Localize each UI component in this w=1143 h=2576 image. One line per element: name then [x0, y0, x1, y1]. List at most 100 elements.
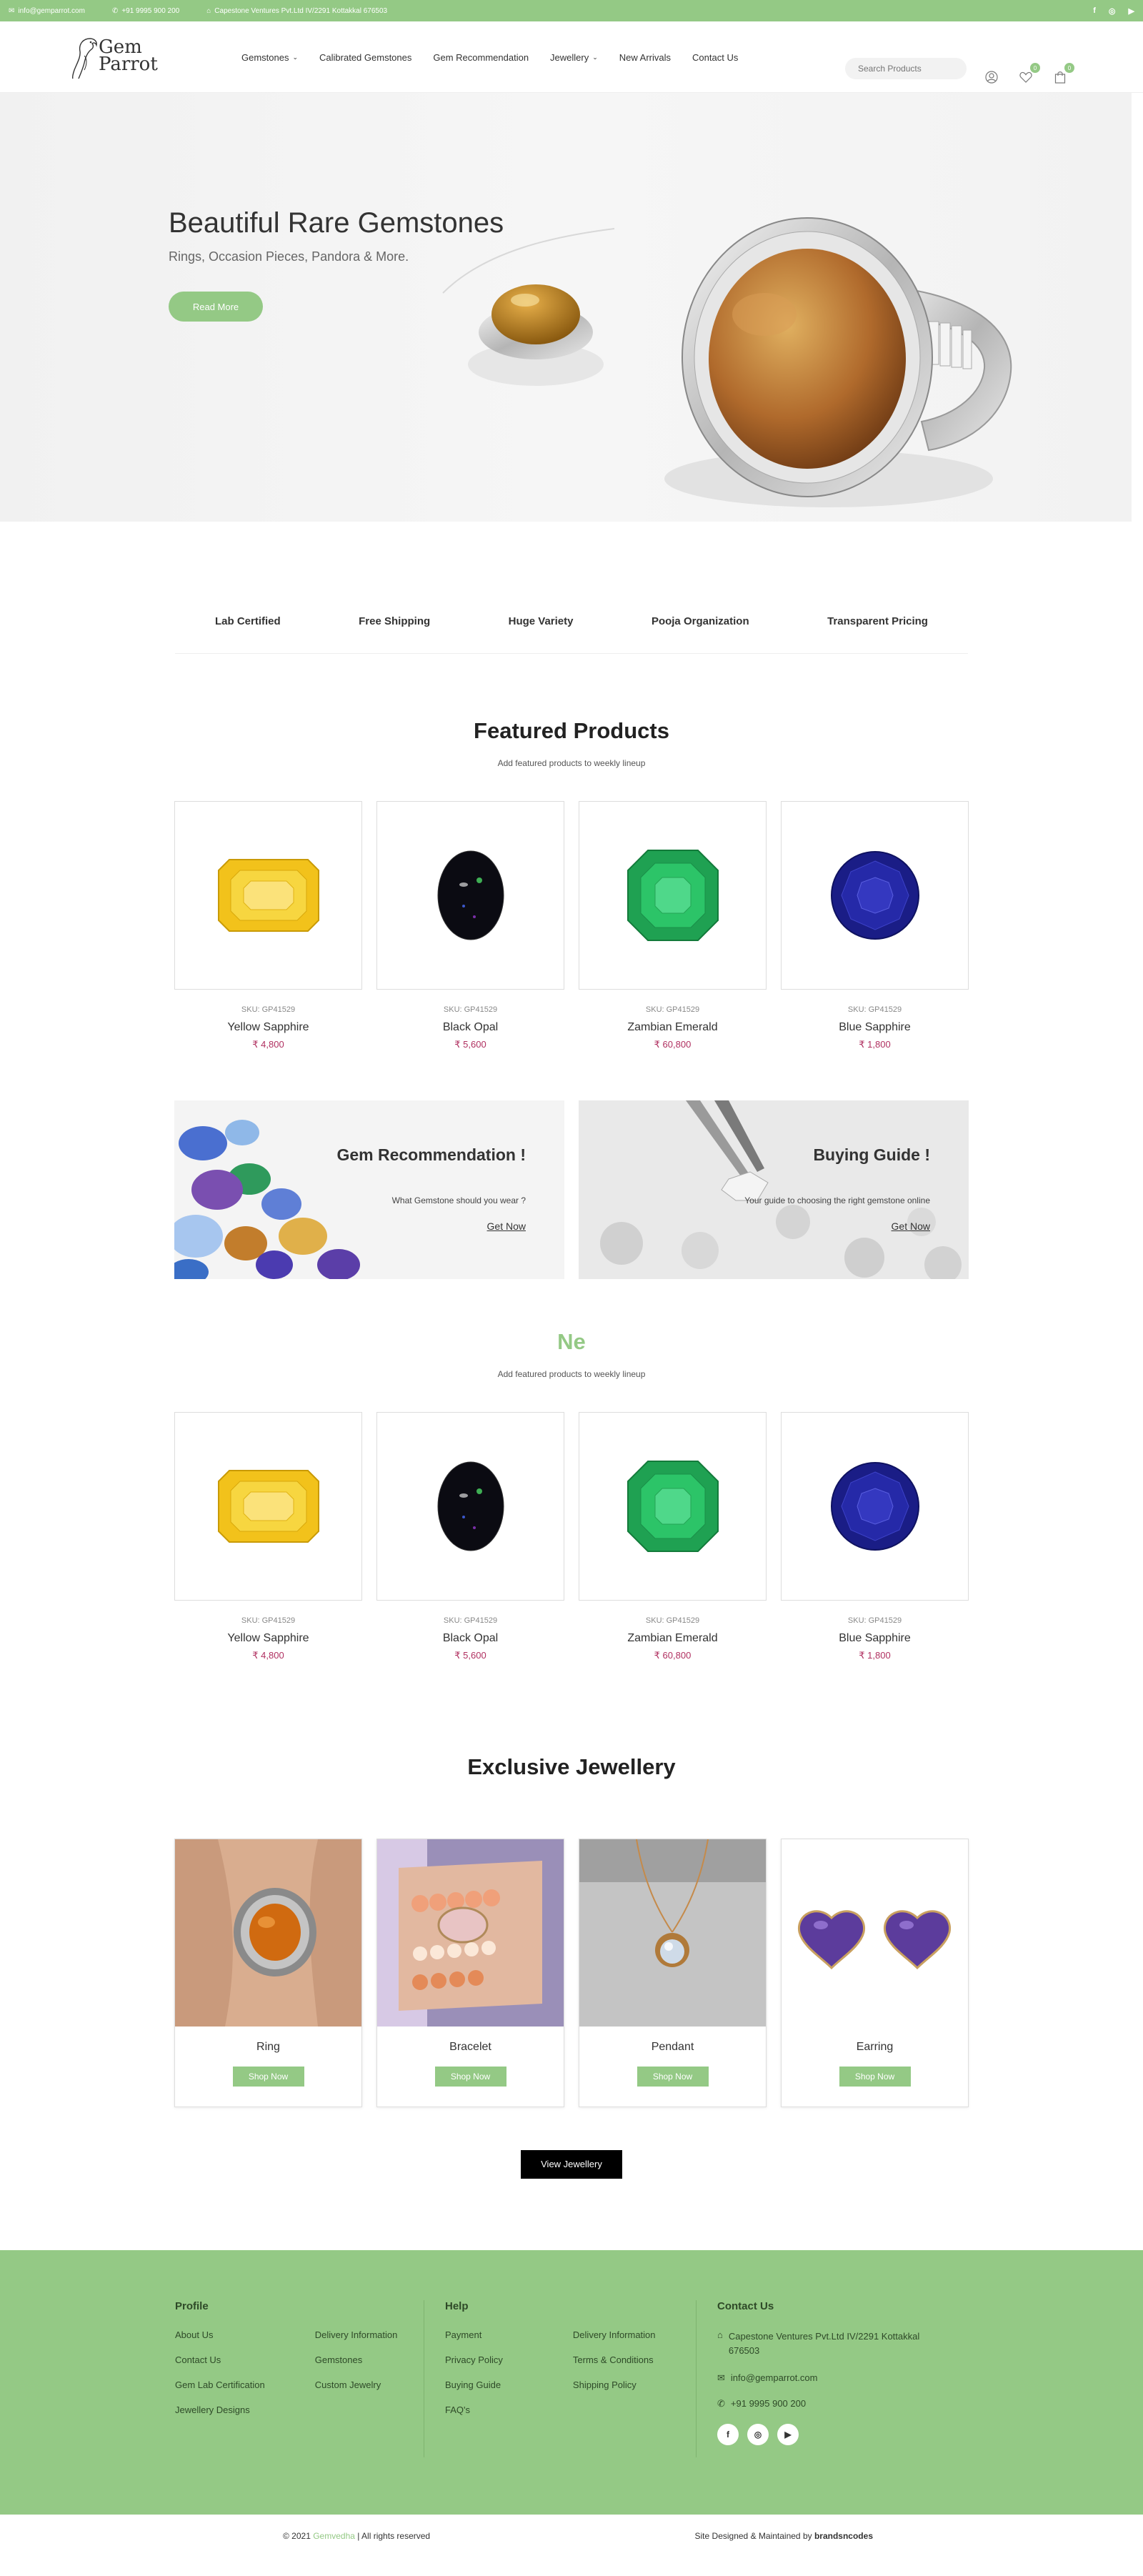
product-image[interactable]	[781, 801, 969, 990]
get-now-link[interactable]: Get Now	[487, 1220, 526, 1232]
gem-recommendation-banner[interactable]: Gem Recommendation ! What Gemstone shoul…	[174, 1100, 564, 1279]
nav-jewellery[interactable]: Jewellery ⌄	[550, 52, 598, 63]
product-sku: SKU: GP41529	[443, 1616, 498, 1625]
product-name[interactable]: Black Opal	[376, 1021, 564, 1034]
mail-icon: ✉	[717, 2372, 725, 2383]
product-card[interactable]: SKU: GP41529 Black Opal ₹ 5,600	[376, 801, 564, 1050]
jewellery-card[interactable]: Ring Shop Now	[174, 1839, 362, 2107]
product-name[interactable]: Yellow Sapphire	[174, 1632, 362, 1645]
product-card[interactable]: SKU: GP41529 Yellow Sapphire ₹ 4,800	[174, 1412, 362, 1661]
nav-new-arrivals-label: New Arrivals	[619, 51, 672, 63]
site-footer: Profile About Us Contact Us Gem Lab Cert…	[0, 2250, 1143, 2515]
account-button[interactable]	[984, 70, 999, 84]
nav-gemstones[interactable]: Gemstones ⌄	[241, 52, 298, 63]
bracelet-image[interactable]	[377, 1839, 564, 2027]
blue-sapphire-image	[830, 1462, 919, 1551]
shop-now-button[interactable]: Shop Now	[232, 2067, 304, 2087]
product-name[interactable]: Yellow Sapphire	[174, 1021, 362, 1034]
wishlist-count-badge: 0	[1030, 63, 1040, 73]
product-card[interactable]: SKU: GP41529 Yellow Sapphire ₹ 4,800	[174, 801, 362, 1050]
product-card[interactable]: SKU: GP41529 Blue Sapphire ₹ 1,800	[781, 801, 969, 1050]
search-input[interactable]	[858, 64, 969, 74]
instagram-icon[interactable]: ◎	[1109, 6, 1116, 16]
product-name[interactable]: Blue Sapphire	[781, 1632, 969, 1645]
product-name[interactable]: Zambian Emerald	[579, 1021, 767, 1034]
credit-prefix: Site Designed & Maintained by	[694, 2531, 812, 2541]
get-now-link[interactable]: Get Now	[892, 1220, 930, 1232]
ring-image[interactable]	[175, 1839, 361, 2027]
product-card[interactable]: SKU: GP41529 Zambian Emerald ₹ 60,800	[579, 1412, 767, 1661]
earring-image[interactable]	[782, 1839, 968, 2027]
footer-link-faq[interactable]: FAQ's	[445, 2405, 503, 2415]
product-image[interactable]	[579, 1412, 767, 1601]
facebook-icon[interactable]: f	[717, 2424, 739, 2445]
product-card[interactable]: SKU: GP41529 Blue Sapphire ₹ 1,800	[781, 1412, 969, 1661]
footer-profile-heading: Profile	[175, 2300, 209, 2312]
footer-link-contact[interactable]: Contact Us	[175, 2354, 265, 2365]
footer-phone[interactable]: ✆ +91 9995 900 200	[717, 2398, 953, 2410]
youtube-icon[interactable]: ▶	[1129, 6, 1134, 16]
product-image[interactable]	[376, 1412, 564, 1601]
product-card[interactable]: SKU: GP41529 Black Opal ₹ 5,600	[376, 1412, 564, 1661]
jewellery-card[interactable]: Earring Shop Now	[781, 1839, 969, 2107]
shop-now-button[interactable]: Shop Now	[637, 2067, 709, 2087]
footer-link-delivery-info[interactable]: Delivery Information	[573, 2329, 656, 2340]
nav-calibrated-gemstones[interactable]: Calibrated Gemstones	[319, 52, 411, 63]
topbar-phone[interactable]: ✆ +91 9995 900 200	[112, 7, 179, 15]
wishlist-button[interactable]: 0	[1019, 63, 1040, 84]
shop-now-button[interactable]: Shop Now	[434, 2067, 506, 2087]
product-sku: SKU: GP41529	[241, 1616, 296, 1625]
pendant-photo	[579, 1839, 766, 2027]
buying-guide-banner[interactable]: Buying Guide ! Your guide to choosing th…	[579, 1100, 969, 1279]
jewellery-card[interactable]: Pendant Shop Now	[579, 1839, 767, 2107]
product-name[interactable]: Black Opal	[376, 1632, 564, 1645]
blue-sapphire-image	[830, 851, 919, 940]
ring-photo	[175, 1839, 361, 2027]
jewellery-card[interactable]: Bracelet Shop Now	[376, 1839, 564, 2107]
footer-link-privacy[interactable]: Privacy Policy	[445, 2354, 503, 2365]
footer-link-delivery[interactable]: Delivery Information	[315, 2329, 398, 2340]
nav-new-arrivals[interactable]: New Arrivals	[619, 52, 671, 63]
view-jewellery-button[interactable]: View Jewellery	[521, 2150, 622, 2179]
instagram-icon[interactable]: ◎	[747, 2424, 769, 2445]
footer-link-about[interactable]: About Us	[175, 2329, 265, 2340]
site-logo[interactable]: Gem Parrot	[70, 34, 159, 80]
footer-link-gem-lab[interactable]: Gem Lab Certification	[175, 2379, 265, 2390]
product-image[interactable]	[174, 801, 362, 990]
footer-link-payment[interactable]: Payment	[445, 2329, 503, 2340]
footer-link-gemstones[interactable]: Gemstones	[315, 2354, 398, 2365]
product-card[interactable]: SKU: GP41529 Zambian Emerald ₹ 60,800	[579, 801, 767, 1050]
footer-link-terms[interactable]: Terms & Conditions	[573, 2354, 656, 2365]
facebook-icon[interactable]: f	[1093, 6, 1096, 16]
promo-banners: Gem Recommendation ! What Gemstone shoul…	[174, 1100, 969, 1279]
read-more-button[interactable]: Read More	[169, 292, 263, 322]
cart-button[interactable]: 0	[1053, 63, 1074, 84]
copyright-prefix: © 2021	[283, 2531, 311, 2541]
feature-huge-variety: Huge Variety	[508, 615, 574, 627]
nav-contact-us[interactable]: Contact Us	[692, 52, 738, 63]
promo-text: Your guide to choosing the right gemston…	[744, 1195, 930, 1205]
shop-now-button[interactable]: Shop Now	[839, 2067, 911, 2087]
product-image[interactable]	[174, 1412, 362, 1601]
product-image[interactable]	[579, 801, 767, 990]
nav-gem-recommendation[interactable]: Gem Recommendation	[433, 52, 529, 63]
footer-contact-column: Contact Us ⌂ Capestone Ventures Pvt.Ltd …	[717, 2300, 953, 2445]
topbar-email[interactable]: ✉ info@gemparrot.com	[9, 7, 85, 15]
product-name[interactable]: Blue Sapphire	[781, 1021, 969, 1034]
top-bar: ✉ info@gemparrot.com ✆ +91 9995 900 200 …	[0, 0, 1143, 21]
footer-link-custom-jewelry[interactable]: Custom Jewelry	[315, 2379, 398, 2390]
product-price: ₹ 4,800	[252, 1039, 284, 1050]
footer-link-shipping[interactable]: Shipping Policy	[573, 2379, 656, 2390]
features-bar: Lab Certified Free Shipping Huge Variety…	[175, 590, 968, 654]
pendant-image[interactable]	[579, 1839, 766, 2027]
gemstones-pile-image	[174, 1120, 360, 1279]
product-name[interactable]: Zambian Emerald	[579, 1632, 767, 1645]
product-image[interactable]	[376, 801, 564, 990]
footer-link-jewellery-designs[interactable]: Jewellery Designs	[175, 2405, 265, 2415]
copyright-brand-link[interactable]: Gemvedha	[313, 2531, 355, 2541]
footer-email[interactable]: ✉ info@gemparrot.com	[717, 2372, 953, 2384]
youtube-icon[interactable]: ▶	[777, 2424, 799, 2445]
credit-brand-link[interactable]: brandsncodes	[814, 2531, 873, 2541]
product-image[interactable]	[781, 1412, 969, 1601]
footer-link-buying-guide[interactable]: Buying Guide	[445, 2379, 503, 2390]
